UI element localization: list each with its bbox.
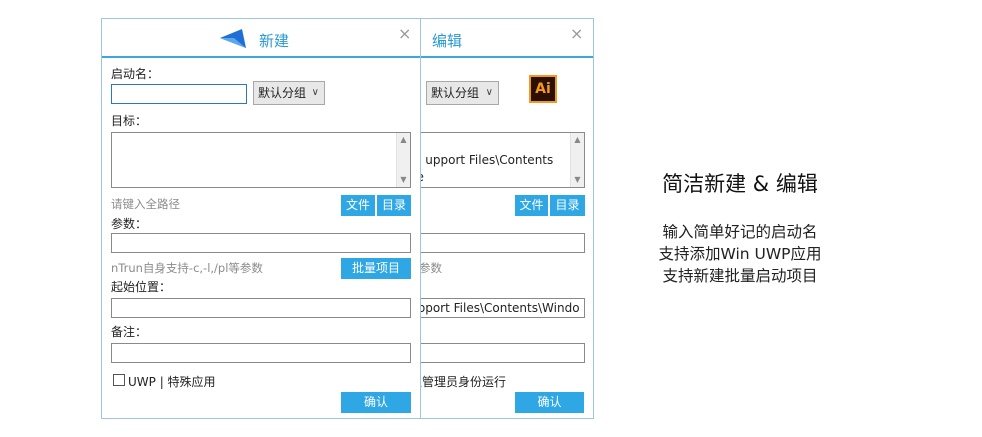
edit-target-value: upport Files\Contents ke: [416, 153, 554, 184]
edit-group-select[interactable]: 默认分组 ∨: [426, 81, 499, 105]
edit-admin-label: 以管理员身份运行: [415, 375, 507, 389]
group-select[interactable]: 默认分组 ∨: [253, 81, 325, 105]
new-dialog-title: 新建: [259, 32, 290, 50]
confirm-button[interactable]: 确认: [341, 392, 411, 413]
uwp-label: UWP | 特殊应用: [128, 375, 216, 389]
promo-line: 支持添加Win UWP应用: [658, 245, 822, 263]
chevron-down-icon: ∨: [485, 87, 493, 98]
edit-start-location-input[interactable]: upport Files\Contents\Windo: [416, 298, 585, 318]
ntrun-logo-icon: [220, 29, 246, 48]
title-separator: [416, 56, 593, 58]
promo-line: 输入简单好记的启动名: [662, 223, 818, 241]
name-label: 启动名：: [111, 67, 160, 81]
new-dialog: 新建 × 启动名： 默认分组 ∨ 目标： ▲ ▼ 请键入全路径 文件 目录 参数…: [101, 18, 421, 419]
scroll-up-icon[interactable]: ▲: [397, 135, 410, 145]
start-location-label: 起始位置：: [111, 280, 172, 294]
promo-title: 简洁新建 & 编辑: [662, 172, 818, 196]
scroll-up-icon[interactable]: ▲: [571, 135, 584, 145]
edit-target-textarea[interactable]: upport Files\Contents ke ▲ ▼: [416, 132, 585, 188]
edit-dialog-close-icon[interactable]: ×: [570, 26, 583, 42]
edit-dir-button[interactable]: 目录: [550, 195, 585, 216]
params-label: 参数：: [111, 217, 148, 231]
edit-target-scrollbar[interactable]: ▲ ▼: [570, 133, 584, 187]
new-dialog-close-icon[interactable]: ×: [398, 26, 411, 42]
edit-params-hint: 参数: [419, 261, 442, 275]
group-select-value: 默认分组: [258, 86, 307, 100]
params-hint: nTrun自身支持-c,-l,/pl等参数: [111, 261, 263, 275]
name-input[interactable]: [111, 84, 247, 104]
dir-button[interactable]: 目录: [377, 195, 411, 216]
target-scrollbar[interactable]: ▲ ▼: [396, 133, 410, 187]
chevron-down-icon: ∨: [311, 87, 319, 98]
scroll-down-icon[interactable]: ▼: [397, 175, 410, 185]
target-label: 目标：: [111, 114, 148, 128]
promo-block: 简洁新建 & 编辑 输入简单好记的启动名 支持添加Win UWP应用 支持新建批…: [630, 168, 850, 287]
edit-dialog-title: 编辑: [432, 32, 463, 50]
note-input[interactable]: [111, 343, 411, 363]
scroll-down-icon[interactable]: ▼: [571, 175, 584, 185]
edit-note-input[interactable]: [416, 343, 585, 363]
edit-params-input[interactable]: [416, 233, 585, 253]
edit-file-button[interactable]: 文件: [515, 195, 548, 216]
batch-items-button[interactable]: 批量项目: [341, 258, 411, 279]
edit-confirm-button[interactable]: 确认: [515, 392, 584, 413]
edit-dialog: 编辑 × 默认分组 ∨ Ai upport Files\Contents ke …: [415, 18, 594, 419]
target-hint: 请键入全路径: [111, 197, 180, 211]
params-input[interactable]: [111, 233, 411, 253]
start-location-input[interactable]: [111, 298, 411, 318]
promo-line: 支持新建批量启动项目: [662, 267, 818, 285]
app-icon-illustrator: Ai: [529, 75, 557, 103]
edit-group-select-value: 默认分组: [431, 86, 480, 100]
uwp-checkbox[interactable]: [113, 374, 125, 386]
title-separator: [102, 56, 420, 58]
target-textarea[interactable]: ▲ ▼: [111, 132, 411, 188]
file-button[interactable]: 文件: [341, 195, 375, 216]
note-label: 备注：: [111, 325, 148, 339]
